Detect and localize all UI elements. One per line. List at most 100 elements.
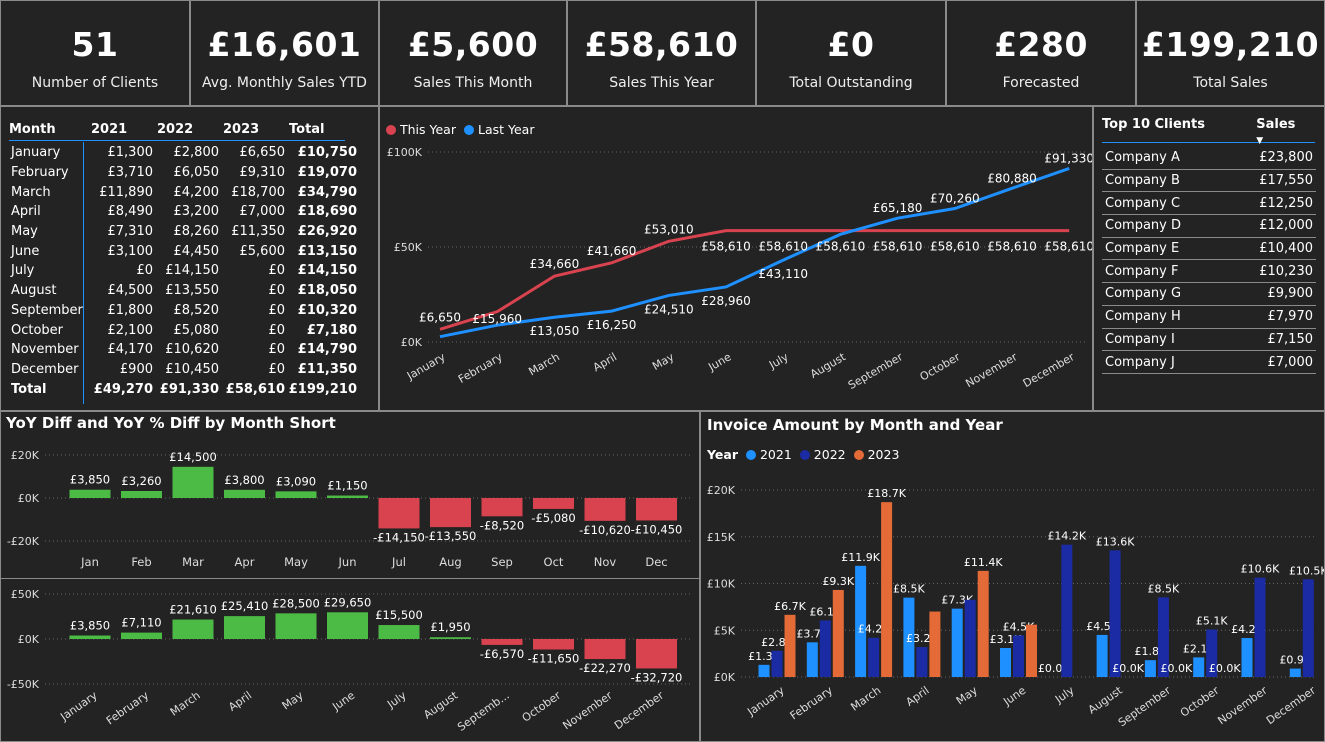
- bar: [121, 490, 162, 498]
- col-header[interactable]: 2021: [87, 115, 153, 143]
- x-tick-label: March: [526, 350, 562, 378]
- total-cell: £18,690: [297, 204, 357, 220]
- table-row[interactable]: December £900 £10,450 £0 £11,350: [9, 360, 357, 380]
- bar-2021: [1000, 648, 1011, 677]
- bar-2021: [855, 565, 867, 677]
- client-row[interactable]: Company H £7,970: [1102, 305, 1316, 329]
- data-label: £10.6K: [1241, 563, 1280, 576]
- y-tick-label: £50K: [11, 588, 40, 601]
- table-row[interactable]: October £2,100 £5,080 £0 £7,180: [9, 320, 357, 340]
- monthly-sales-matrix: Month 2021 2022 2023 Total January £1,300…: [0, 106, 379, 411]
- client-row[interactable]: Company D £12,000: [1102, 214, 1316, 238]
- bar: [584, 639, 626, 660]
- table-row[interactable]: November £4,170 £10,620 £0 £14,790: [9, 340, 357, 360]
- y-tick-label: £10K: [707, 578, 736, 591]
- data-label: £65,180: [873, 201, 923, 215]
- client-name: Company H: [1102, 305, 1257, 329]
- line-chart-svg: £0K £50K £100K January February March April May…: [387, 146, 1092, 392]
- x-tick-label: February: [456, 350, 505, 386]
- bar: [533, 639, 574, 650]
- x-tick-label: March: [168, 689, 203, 719]
- data-label: £6.7K: [774, 600, 806, 613]
- table-row[interactable]: February £3,710 £6,050 £9,310 £19,070: [9, 163, 357, 183]
- kpi-card-sales-year: £58,610 Sales This Year: [567, 0, 756, 106]
- total-cell: £11,350: [297, 361, 357, 377]
- invoice-amount-panel: Invoice Amount by Month and Year Year 20…: [700, 411, 1325, 742]
- bar-2021: [1289, 668, 1301, 677]
- x-tick-label: July: [384, 689, 409, 712]
- value-cell: £11,890: [99, 184, 153, 200]
- value-cell: £6,050: [173, 165, 220, 181]
- kpi-label: Total Outstanding: [789, 75, 913, 91]
- bar: [636, 498, 677, 521]
- col-header[interactable]: Month: [9, 115, 87, 143]
- data-label: £28,500: [272, 596, 320, 610]
- table-row[interactable]: May £7,310 £8,260 £11,350 £26,920: [9, 222, 357, 242]
- data-label: £3,800: [224, 473, 264, 487]
- value-cell: £7,310: [107, 224, 154, 240]
- col-header-sales[interactable]: Sales ▼: [1256, 117, 1316, 147]
- data-label: £24,510: [644, 302, 694, 316]
- client-row[interactable]: Company C £12,250: [1102, 191, 1316, 216]
- bar-2021: [806, 642, 818, 677]
- client-row[interactable]: Company I £7,150: [1102, 328, 1316, 352]
- data-label: £3,850: [70, 619, 110, 633]
- client-sales: £17,550: [1256, 169, 1316, 193]
- table-row[interactable]: July £0 £14,150 £0 £14,150: [9, 261, 357, 281]
- yoy-charts-svg: £20K £0K -£20K £3,850 Jan £3,260 Feb £14,500 Mar…: [7, 449, 691, 734]
- data-label: -£11,650: [528, 651, 580, 665]
- y-tick-label: £0K: [18, 633, 40, 646]
- y-tick-label: £5K: [714, 624, 736, 637]
- value-cell: £4,500: [107, 283, 154, 299]
- col-header[interactable]: 2023: [219, 115, 285, 143]
- data-label: £0.0K: [1209, 662, 1241, 675]
- total-cell: £18,050: [297, 283, 357, 299]
- bar: [275, 613, 317, 639]
- month-cell: March: [11, 184, 51, 200]
- client-row[interactable]: Company A £23,800: [1102, 147, 1316, 170]
- table-row[interactable]: January £1,300 £2,800 £6,650 £10,750: [9, 143, 357, 163]
- x-tick-label: Jul: [391, 555, 406, 569]
- kpi-label: Number of Clients: [31, 75, 159, 91]
- bar-2021: [1241, 638, 1253, 677]
- client-row[interactable]: Company J £7,000: [1102, 350, 1316, 374]
- client-sales: £7,150: [1256, 328, 1316, 352]
- x-tick-label: September: [1116, 684, 1174, 730]
- kpi-value: £5,600: [407, 25, 539, 64]
- client-row[interactable]: Company G £9,900: [1102, 282, 1316, 306]
- month-cell: July: [11, 263, 35, 279]
- col-header[interactable]: Total: [285, 115, 357, 143]
- table-row[interactable]: March £11,890 £4,200 £18,700 £34,790: [9, 182, 357, 202]
- data-label: £1,950: [430, 620, 470, 634]
- kpi-value: £16,601: [207, 25, 362, 64]
- x-tick-label: July: [1052, 684, 1077, 707]
- data-label: £41,660: [587, 244, 637, 258]
- client-row[interactable]: Company F £10,230: [1102, 259, 1316, 284]
- table-row[interactable]: April £8,490 £3,200 £7,000 £18,690: [9, 202, 357, 222]
- client-sales: £12,250: [1256, 191, 1316, 216]
- bar-2022: [1254, 577, 1266, 677]
- data-label: £21,610: [169, 603, 217, 617]
- client-row[interactable]: Company E £10,400: [1102, 237, 1316, 261]
- bar: [636, 639, 677, 669]
- kpi-card-sales-month: £5,600 Sales This Month: [379, 0, 567, 106]
- bar: [224, 616, 265, 639]
- col-header[interactable]: 2022: [153, 115, 219, 143]
- total-cell: £58,610: [225, 381, 285, 397]
- client-sales: £10,230: [1256, 259, 1316, 284]
- data-label: £58,610: [758, 240, 808, 254]
- data-label: £53,010: [644, 222, 694, 236]
- value-cell: £5,600: [239, 243, 286, 259]
- value-cell: £18,700: [231, 184, 285, 200]
- col-header-client[interactable]: Top 10 Clients: [1102, 117, 1256, 147]
- client-row[interactable]: Company B £17,550: [1102, 169, 1316, 193]
- value-cell: £8,490: [107, 204, 154, 220]
- table-row[interactable]: September £1,800 £8,520 £0 £10,320: [9, 301, 357, 321]
- bar: [69, 635, 111, 639]
- data-label: -£10,620: [579, 523, 631, 537]
- y-tick-label: £15K: [707, 531, 736, 544]
- table-row[interactable]: August £4,500 £13,550 £0 £18,050: [9, 281, 357, 301]
- kpi-label: Total Sales: [1193, 75, 1268, 91]
- kpi-label: Sales This Month: [413, 75, 533, 91]
- table-row[interactable]: June £3,100 £4,450 £5,600 £13,150: [9, 241, 357, 261]
